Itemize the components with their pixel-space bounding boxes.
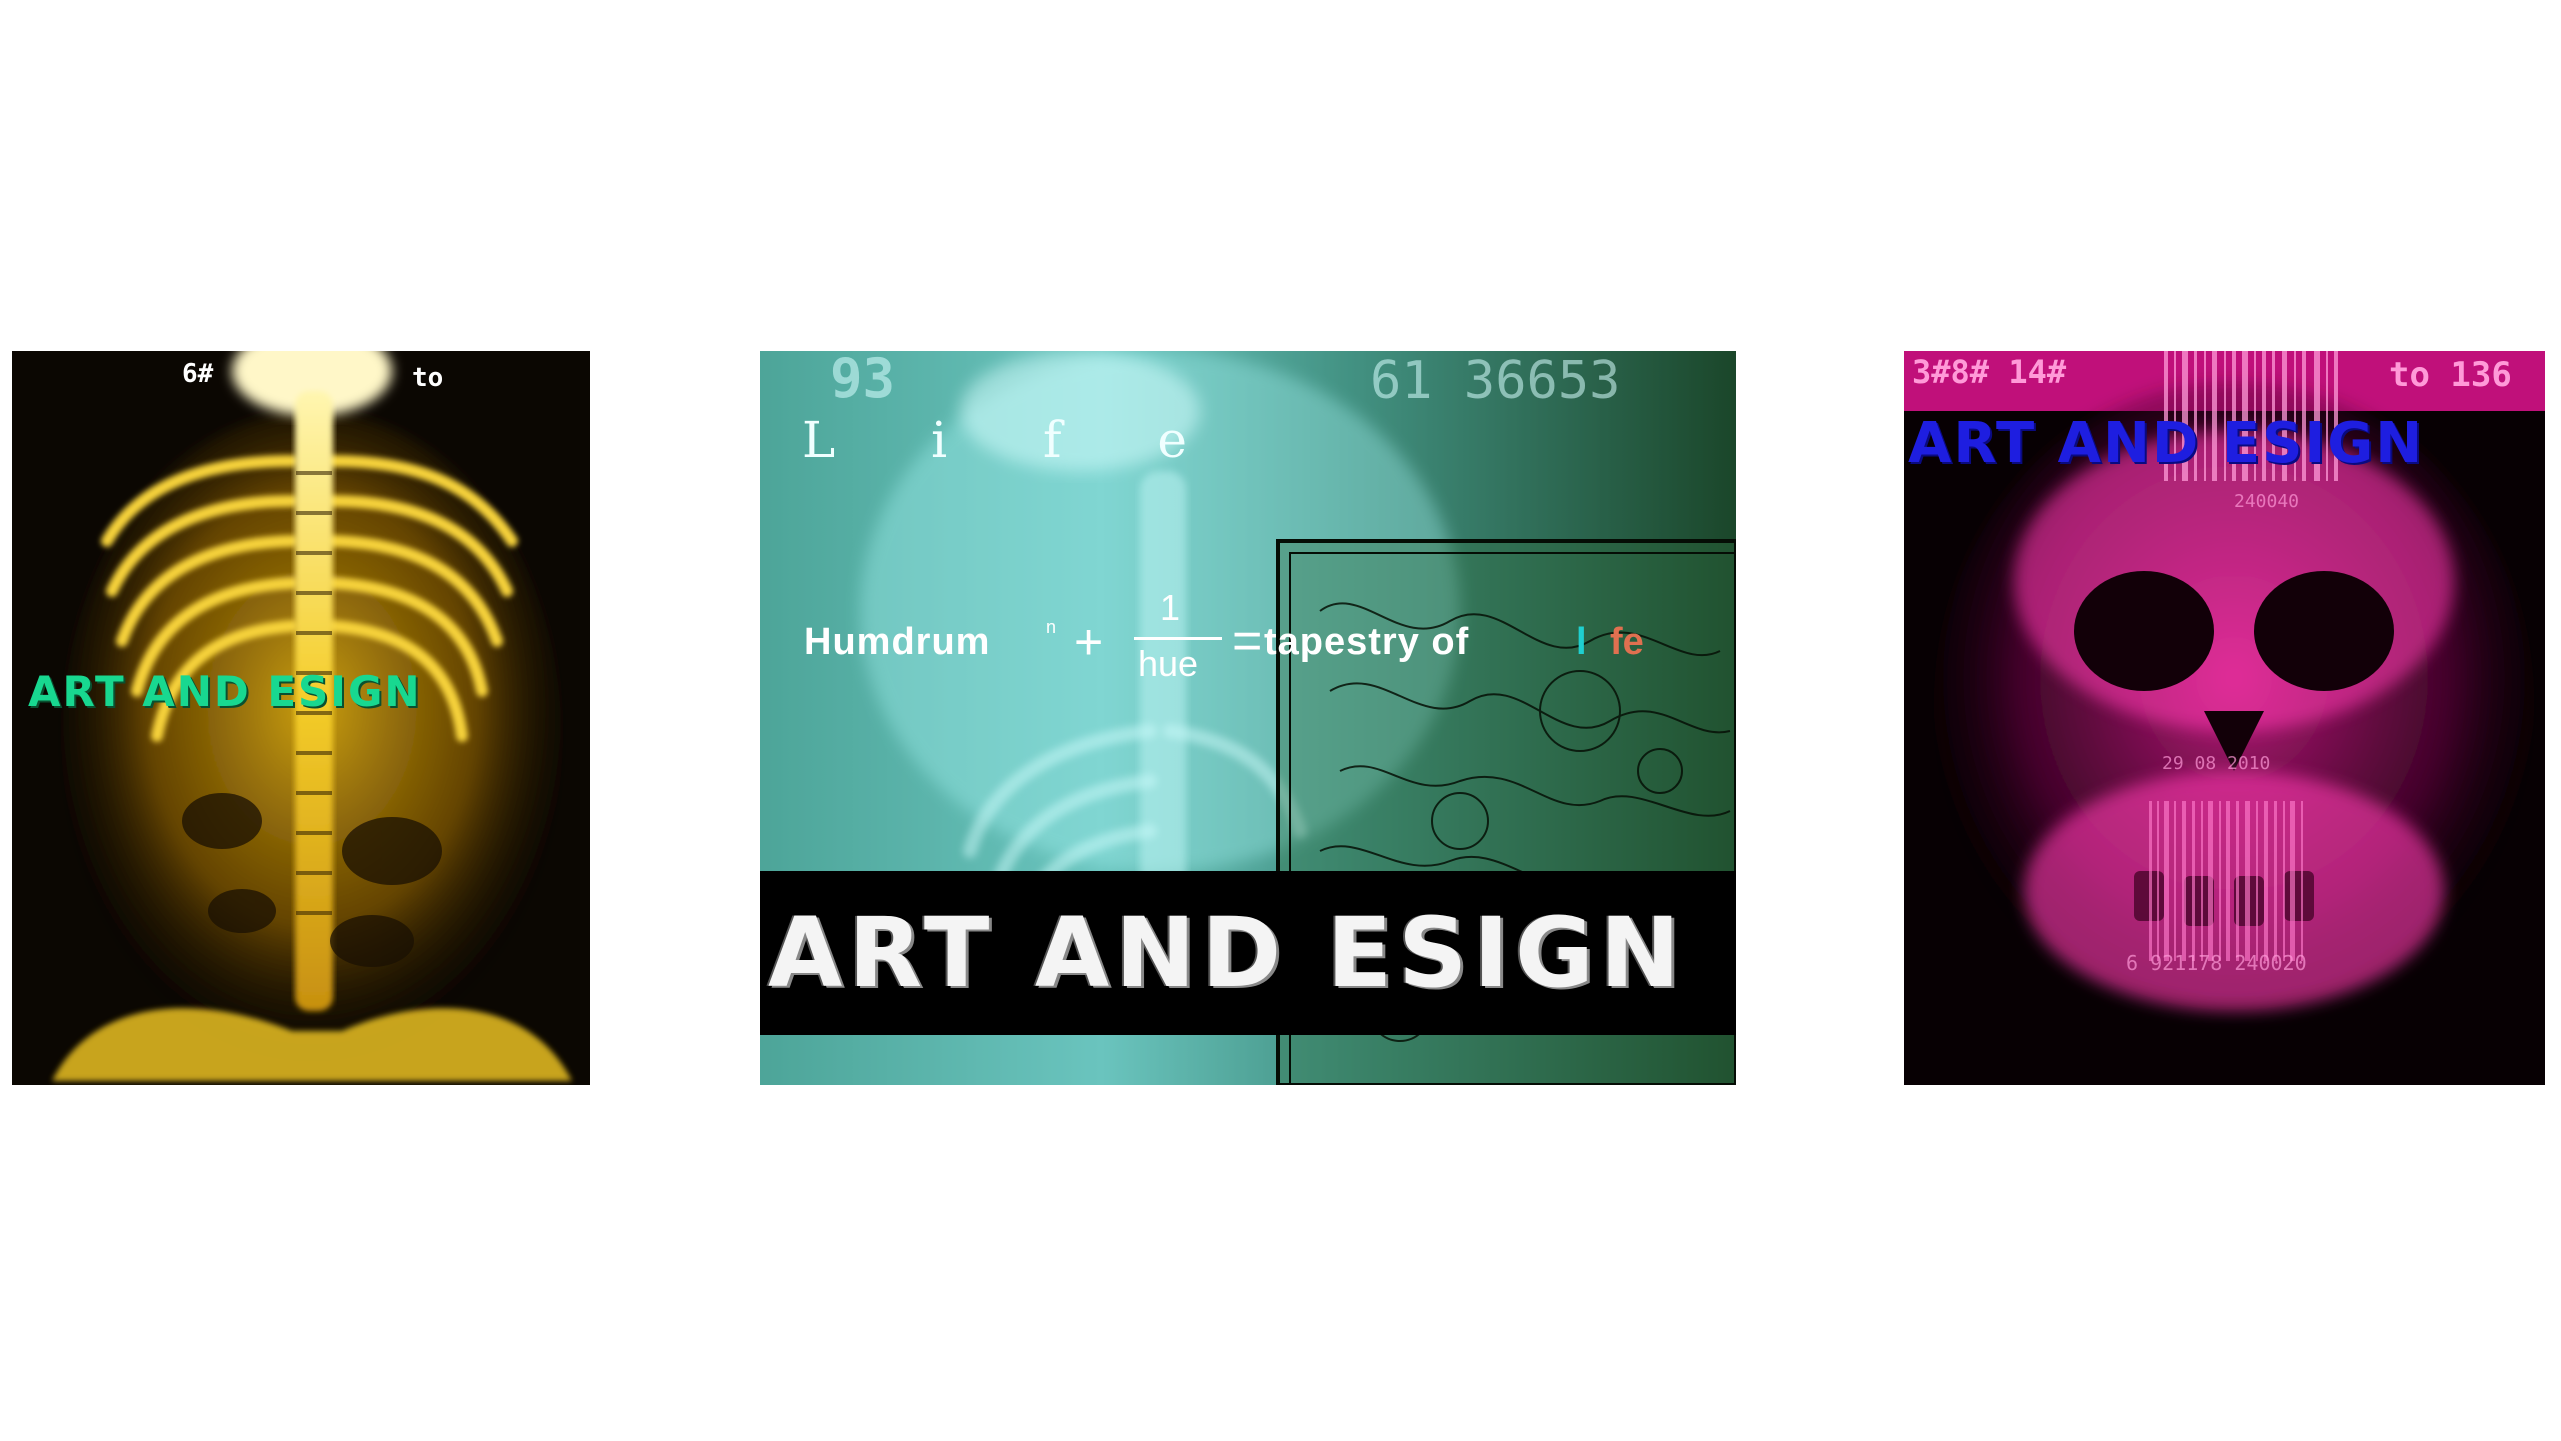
film-number-left: 3#8# 14#	[1912, 353, 2067, 391]
fraction-denominator: hue	[1138, 643, 1199, 684]
barcode-bottom-number: 6 921178 240020	[2126, 951, 2307, 975]
humdrum-formula: Humdrum n + 1 hue = tapestry of l fe	[804, 587, 1724, 697]
film-number-right: to 136	[2389, 355, 2512, 395]
title-band: ART AND ESIGN	[760, 871, 1736, 1035]
barcode-mid-number: 29 08 2010	[2162, 753, 2271, 774]
barcode-top-number: 240040	[2234, 491, 2300, 512]
life-heading: L i f e	[802, 411, 1227, 469]
film-number-right: 61 36653	[1370, 351, 1621, 411]
equals-sign: =	[1232, 612, 1263, 670]
art-and-design-title: ART AND ESIGN	[28, 667, 422, 716]
yellow-xray-image	[12, 351, 590, 1085]
humdrum-text: Humdrum	[804, 621, 991, 663]
film-number-left: 6#	[182, 359, 214, 389]
cyan-xray-panel: 93 61 36653 L i f e Humdrum n + 1 hue = …	[760, 351, 1736, 1085]
art-and-design-title: ART AND ESIGN	[768, 897, 1687, 1009]
art-and-design-title: ART AND ESIGN	[1908, 411, 2425, 476]
film-number-right: to	[412, 363, 444, 393]
life-l: l	[1576, 621, 1587, 663]
exponent-n: n	[1046, 617, 1057, 637]
plus-sign: +	[1074, 614, 1104, 670]
fraction-numerator: 1	[1160, 587, 1181, 628]
life-fe: fe	[1610, 621, 1644, 663]
magenta-skull-panel: 3#8# 14# to 136 ART AND ESIGN 240040 29 …	[1904, 351, 2545, 1085]
yellow-xray-panel: 6# to ART AND ESIGN	[12, 351, 590, 1085]
film-number-left: 93	[830, 351, 896, 410]
fraction-bar	[1134, 637, 1222, 640]
tapestry-text: tapestry of	[1264, 621, 1470, 663]
